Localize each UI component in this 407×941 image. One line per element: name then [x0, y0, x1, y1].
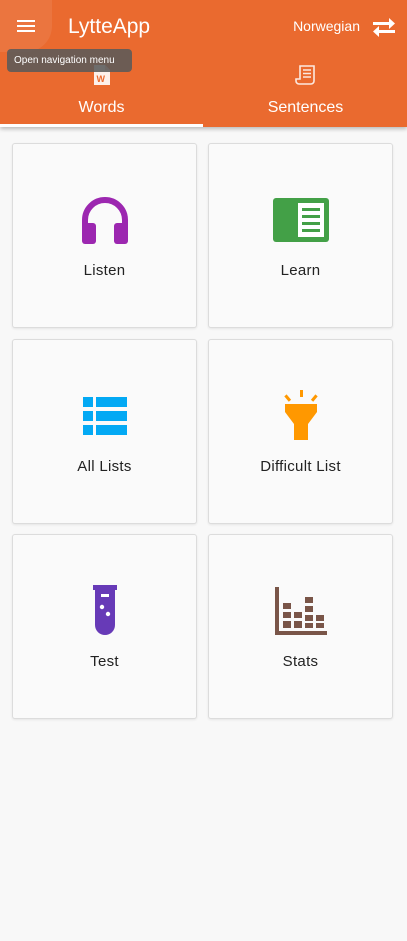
hamburger-menu-icon — [17, 20, 35, 32]
app-title: LytteApp — [68, 15, 151, 38]
stats-label: Stats — [282, 653, 319, 670]
tab-indicator — [0, 124, 203, 127]
headphones-icon — [81, 197, 128, 244]
test-tube-icon — [92, 585, 117, 635]
language-label[interactable]: Norwegian — [293, 18, 360, 34]
test-card[interactable]: Test — [12, 534, 197, 719]
tab-words-label: Words — [78, 99, 125, 116]
script-icon — [294, 65, 315, 85]
difficult-list-card[interactable]: Difficult List — [208, 339, 393, 524]
swap-language-button[interactable] — [369, 14, 399, 40]
tab-sentences-label: Sentences — [267, 99, 344, 116]
listen-label: Listen — [83, 262, 126, 279]
book-icon — [272, 198, 329, 242]
stats-card[interactable]: Stats — [208, 534, 393, 719]
all-lists-card[interactable]: All Lists — [12, 339, 197, 524]
listen-card[interactable]: Listen — [12, 143, 197, 328]
tab-sentences[interactable]: Sentences — [204, 58, 407, 127]
swap-arrows-icon — [373, 18, 395, 37]
test-label: Test — [90, 653, 119, 670]
bar-chart-icon — [274, 587, 327, 635]
menu-button[interactable] — [0, 0, 52, 52]
list-icon — [82, 397, 127, 435]
difficult-list-label: Difficult List — [260, 458, 341, 475]
menu-tooltip: Open navigation menu — [7, 49, 132, 72]
flashlight-icon — [283, 390, 318, 440]
svg-text:W: W — [96, 74, 105, 84]
learn-label: Learn — [280, 262, 321, 279]
learn-card[interactable]: Learn — [208, 143, 393, 328]
all-lists-label: All Lists — [77, 458, 132, 475]
